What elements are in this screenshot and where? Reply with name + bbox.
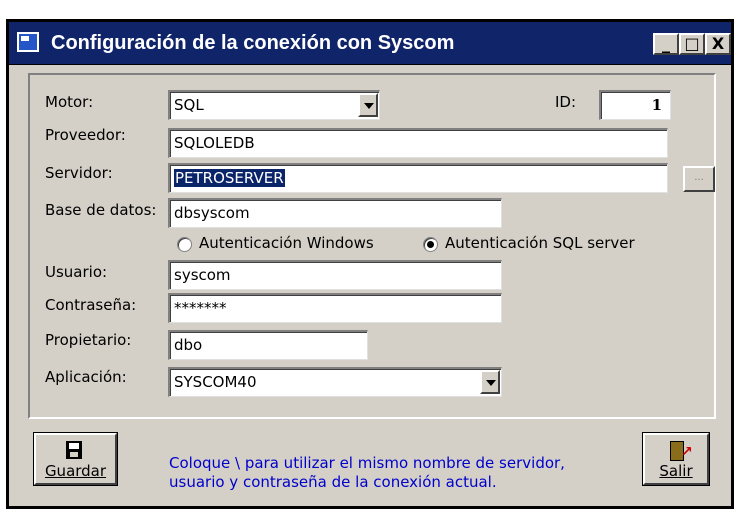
aplicacion-value: SYSCOM40 bbox=[174, 373, 257, 391]
chevron-down-icon[interactable] bbox=[480, 370, 500, 394]
window-title: Configuración de la conexión con Syscom bbox=[51, 32, 455, 54]
connection-hint: Coloque \ para utilizar el mismo nombre … bbox=[169, 454, 565, 492]
contrasena-field[interactable]: ******* bbox=[168, 293, 502, 323]
floppy-disk-icon bbox=[66, 441, 82, 459]
usuario-label: Usuario: bbox=[45, 263, 108, 281]
servidor-field[interactable]: PETROSERVER bbox=[168, 163, 668, 193]
aplicacion-select[interactable]: SYSCOM40 bbox=[168, 367, 502, 397]
id-field[interactable]: 1 bbox=[599, 90, 671, 120]
minimize-button[interactable]: _ bbox=[653, 33, 679, 55]
save-label: Guardar bbox=[44, 462, 107, 480]
maximize-button[interactable]: □ bbox=[679, 33, 705, 55]
close-button[interactable]: X bbox=[705, 33, 731, 55]
contrasena-label: Contraseña: bbox=[45, 296, 137, 314]
exit-arrow-icon: ↗ bbox=[681, 444, 693, 460]
auth-sql-radio[interactable] bbox=[423, 237, 438, 252]
base-datos-field[interactable]: dbsyscom bbox=[168, 198, 502, 228]
servidor-value: PETROSERVER bbox=[174, 169, 285, 187]
auth-sql-label[interactable]: Autenticación SQL server bbox=[445, 234, 635, 252]
minimize-icon: _ bbox=[662, 34, 670, 53]
proveedor-field[interactable]: SQLOLEDB bbox=[168, 128, 668, 158]
maximize-icon: □ bbox=[684, 34, 700, 53]
motor-select[interactable]: SQL bbox=[168, 90, 380, 120]
dialog-window: Configuración de la conexión con Syscom … bbox=[6, 19, 734, 509]
propietario-label: Propietario: bbox=[45, 331, 132, 349]
hint-line-2: usuario y contraseña de la conexión actu… bbox=[169, 473, 497, 491]
exit-button[interactable]: ↗ Salir bbox=[642, 432, 710, 486]
chevron-down-icon[interactable] bbox=[358, 93, 378, 117]
close-icon: X bbox=[711, 34, 725, 53]
title-bar[interactable]: Configuración de la conexión con Syscom … bbox=[9, 22, 731, 65]
motor-value: SQL bbox=[174, 96, 204, 114]
exit-label: Salir bbox=[659, 462, 693, 480]
save-button[interactable]: Guardar bbox=[33, 432, 118, 486]
propietario-field[interactable]: dbo bbox=[168, 330, 368, 360]
browse-label: ... bbox=[694, 172, 704, 183]
auth-windows-label[interactable]: Autenticación Windows bbox=[199, 234, 374, 252]
app-window-icon bbox=[17, 32, 39, 52]
motor-label: Motor: bbox=[45, 93, 94, 111]
hint-line-1: Coloque \ para utilizar el mismo nombre … bbox=[169, 454, 565, 472]
usuario-field[interactable]: syscom bbox=[168, 260, 502, 290]
base-datos-label: Base de datos: bbox=[45, 201, 157, 219]
aplicacion-label: Aplicación: bbox=[45, 368, 127, 386]
auth-windows-radio[interactable] bbox=[177, 237, 192, 252]
browse-server-button[interactable]: ... bbox=[683, 166, 715, 192]
id-label: ID: bbox=[555, 93, 577, 111]
proveedor-label: Proveedor: bbox=[45, 126, 126, 144]
servidor-label: Servidor: bbox=[45, 164, 113, 182]
